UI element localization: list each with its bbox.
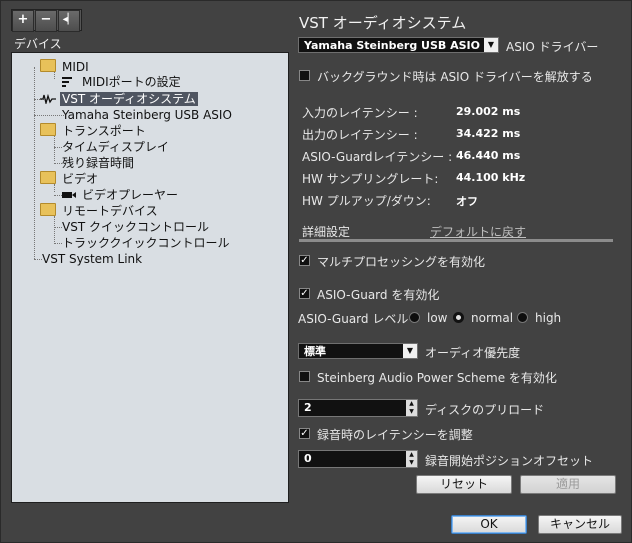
tree-item-label: Yamaha Steinberg USB ASIO [62, 108, 232, 122]
tree-line [34, 67, 35, 259]
tree-item-label: リモートデバイス [62, 204, 158, 218]
tree-toolbar: + − ◂▏ [11, 9, 82, 32]
tree-item-vst-quick-control[interactable]: VST クイックコントロール [60, 219, 211, 235]
tree-item-vst-audio-system[interactable]: VST オーディオシステム [40, 91, 198, 107]
tree-item-label: ビデオプレーヤー [82, 188, 179, 202]
input-latency-value: 29.002 ms [456, 105, 521, 118]
tree-item-record-time[interactable]: 残り録音時間 [60, 155, 136, 171]
tree-item-midi-port-setup[interactable]: MIDIポートの設定 [62, 74, 183, 90]
level-normal-radio[interactable] [453, 312, 464, 323]
tree-item-label: VST オーディオシステム [60, 92, 198, 106]
pullup-value: オフ [456, 195, 478, 208]
guard-latency-value: 46.440 ms [456, 149, 521, 162]
spinner-arrows-icon[interactable]: ▲ ▼ [406, 400, 417, 416]
folder-icon [40, 123, 56, 136]
tree-item-label: VST クイックコントロール [62, 220, 209, 234]
disk-preload-stepper[interactable]: 2 ▲ ▼ [298, 399, 418, 417]
power-scheme-label: Steinberg Audio Power Scheme を有効化 [317, 371, 557, 385]
level-low-label: low [427, 311, 448, 325]
device-tree[interactable]: MIDI MIDIポートの設定 VST オーディオシステム Yamaha Ste… [11, 52, 289, 503]
record-offset-stepper[interactable]: 0 ▲ ▼ [298, 450, 418, 468]
asio-driver-dropdown[interactable]: Yamaha Steinberg USB ASIO ▼ [298, 37, 499, 53]
tree-item-video[interactable]: ビデオ [40, 171, 100, 187]
folder-icon [40, 59, 56, 72]
add-device-button[interactable]: + [12, 10, 34, 32]
reset-device-button[interactable]: ◂▏ [58, 10, 80, 32]
chevron-down-icon: ▼ [484, 38, 498, 52]
sample-rate-value: 44.100 kHz [456, 171, 526, 184]
tree-item-label: MIDI [62, 60, 89, 74]
audio-priority-dropdown[interactable]: 標準 ▼ [298, 343, 418, 359]
device-tree-header: デバイス [14, 37, 62, 51]
tree-item-vst-system-link[interactable]: VST System Link [40, 251, 144, 267]
release-driver-label: バックグラウンド時は ASIO ドライバーを解放する [317, 70, 593, 84]
toolbar-group: + − ◂▏ [11, 9, 82, 32]
sample-rate-label: HW サンプリングレート: [302, 172, 439, 186]
asio-guard-checkbox[interactable]: ✓ [299, 288, 310, 299]
video-player-icon [62, 192, 76, 198]
asio-driver-value: Yamaha Steinberg USB ASIO [304, 39, 480, 52]
asio-guard-level-label: ASIO-Guard レベル : [298, 312, 417, 326]
panel-title: VST オーディオシステム [299, 14, 467, 32]
asio-guard-label: ASIO-Guard を有効化 [317, 288, 440, 302]
power-scheme-checkbox[interactable] [299, 371, 310, 382]
midi-ports-icon [62, 77, 72, 87]
folder-icon [40, 171, 56, 184]
adjust-latency-checkbox[interactable]: ✓ [299, 428, 310, 439]
tree-item-time-display[interactable]: タイムディスプレイ [60, 139, 171, 155]
level-high-label: high [535, 311, 562, 325]
tree-item-video-player[interactable]: ビデオプレーヤー [62, 187, 180, 203]
tree-item-label: VST System Link [42, 252, 143, 266]
asio-driver-label: ASIO ドライバー [506, 40, 599, 54]
adjust-latency-label: 録音時のレイテンシーを調整 [317, 428, 473, 442]
level-high-radio[interactable] [517, 312, 528, 323]
audio-priority-label: オーディオ優先度 [425, 346, 521, 360]
ok-button[interactable]: OK [451, 515, 527, 534]
record-offset-label: 録音開始ポジションオフセット [425, 454, 594, 468]
audio-priority-value: 標準 [304, 345, 326, 358]
multiprocessing-label: マルチプロセッシングを有効化 [317, 255, 486, 269]
record-offset-value: 0 [304, 452, 312, 465]
studio-setup-window: + − ◂▏ デバイス MIDI MIDIポートの設定 VST オーディオシステ… [0, 0, 632, 543]
spinner-arrows-icon[interactable]: ▲ ▼ [406, 451, 417, 467]
tree-line [54, 216, 55, 242]
tree-item-label: トラッククイックコントロール [62, 236, 230, 250]
reset-button[interactable]: リセット [416, 475, 512, 494]
tree-item-transport[interactable]: トランスポート [40, 123, 148, 139]
chevron-down-icon: ▼ [403, 344, 417, 358]
pullup-label: HW プルアップ/ダウン: [302, 194, 431, 208]
disk-preload-value: 2 [304, 401, 312, 414]
advanced-settings-label: 詳細設定 [302, 225, 351, 239]
tree-item-label: タイムディスプレイ [62, 140, 169, 154]
output-latency-label: 出力のレイテンシー : [302, 128, 418, 142]
input-latency-label: 入力のレイテンシー : [302, 106, 418, 120]
advanced-separator [299, 239, 613, 242]
tree-item-midi[interactable]: MIDI [40, 59, 91, 75]
tree-line [54, 195, 62, 196]
tree-item-track-quick-control[interactable]: トラッククイックコントロール [60, 235, 232, 251]
release-driver-checkbox[interactable] [299, 70, 310, 81]
level-normal-label: normal [471, 311, 514, 325]
tree-item-label: ビデオ [62, 172, 99, 186]
audio-wave-icon [40, 94, 56, 104]
tree-item-label: トランスポート [62, 124, 146, 138]
tree-item-remote-devices[interactable]: リモートデバイス [40, 203, 160, 219]
output-latency-value: 34.422 ms [456, 127, 521, 140]
tree-item-label: 残り録音時間 [62, 156, 135, 170]
guard-latency-label: ASIO-Guardレイテンシー : [302, 150, 453, 164]
tree-item-yamaha-asio[interactable]: Yamaha Steinberg USB ASIO [60, 107, 234, 123]
disk-preload-label: ディスクのプリロード [425, 403, 545, 417]
level-low-radio[interactable] [409, 312, 420, 323]
multiprocessing-checkbox[interactable]: ✓ [299, 255, 310, 266]
tree-item-label: MIDIポートの設定 [82, 75, 181, 89]
folder-icon [40, 203, 56, 216]
restore-defaults-link[interactable]: デフォルトに戻す [430, 223, 526, 240]
remove-device-button[interactable]: − [35, 10, 57, 32]
cancel-button[interactable]: キャンセル [538, 515, 622, 534]
apply-button[interactable]: 適用 [520, 475, 616, 494]
